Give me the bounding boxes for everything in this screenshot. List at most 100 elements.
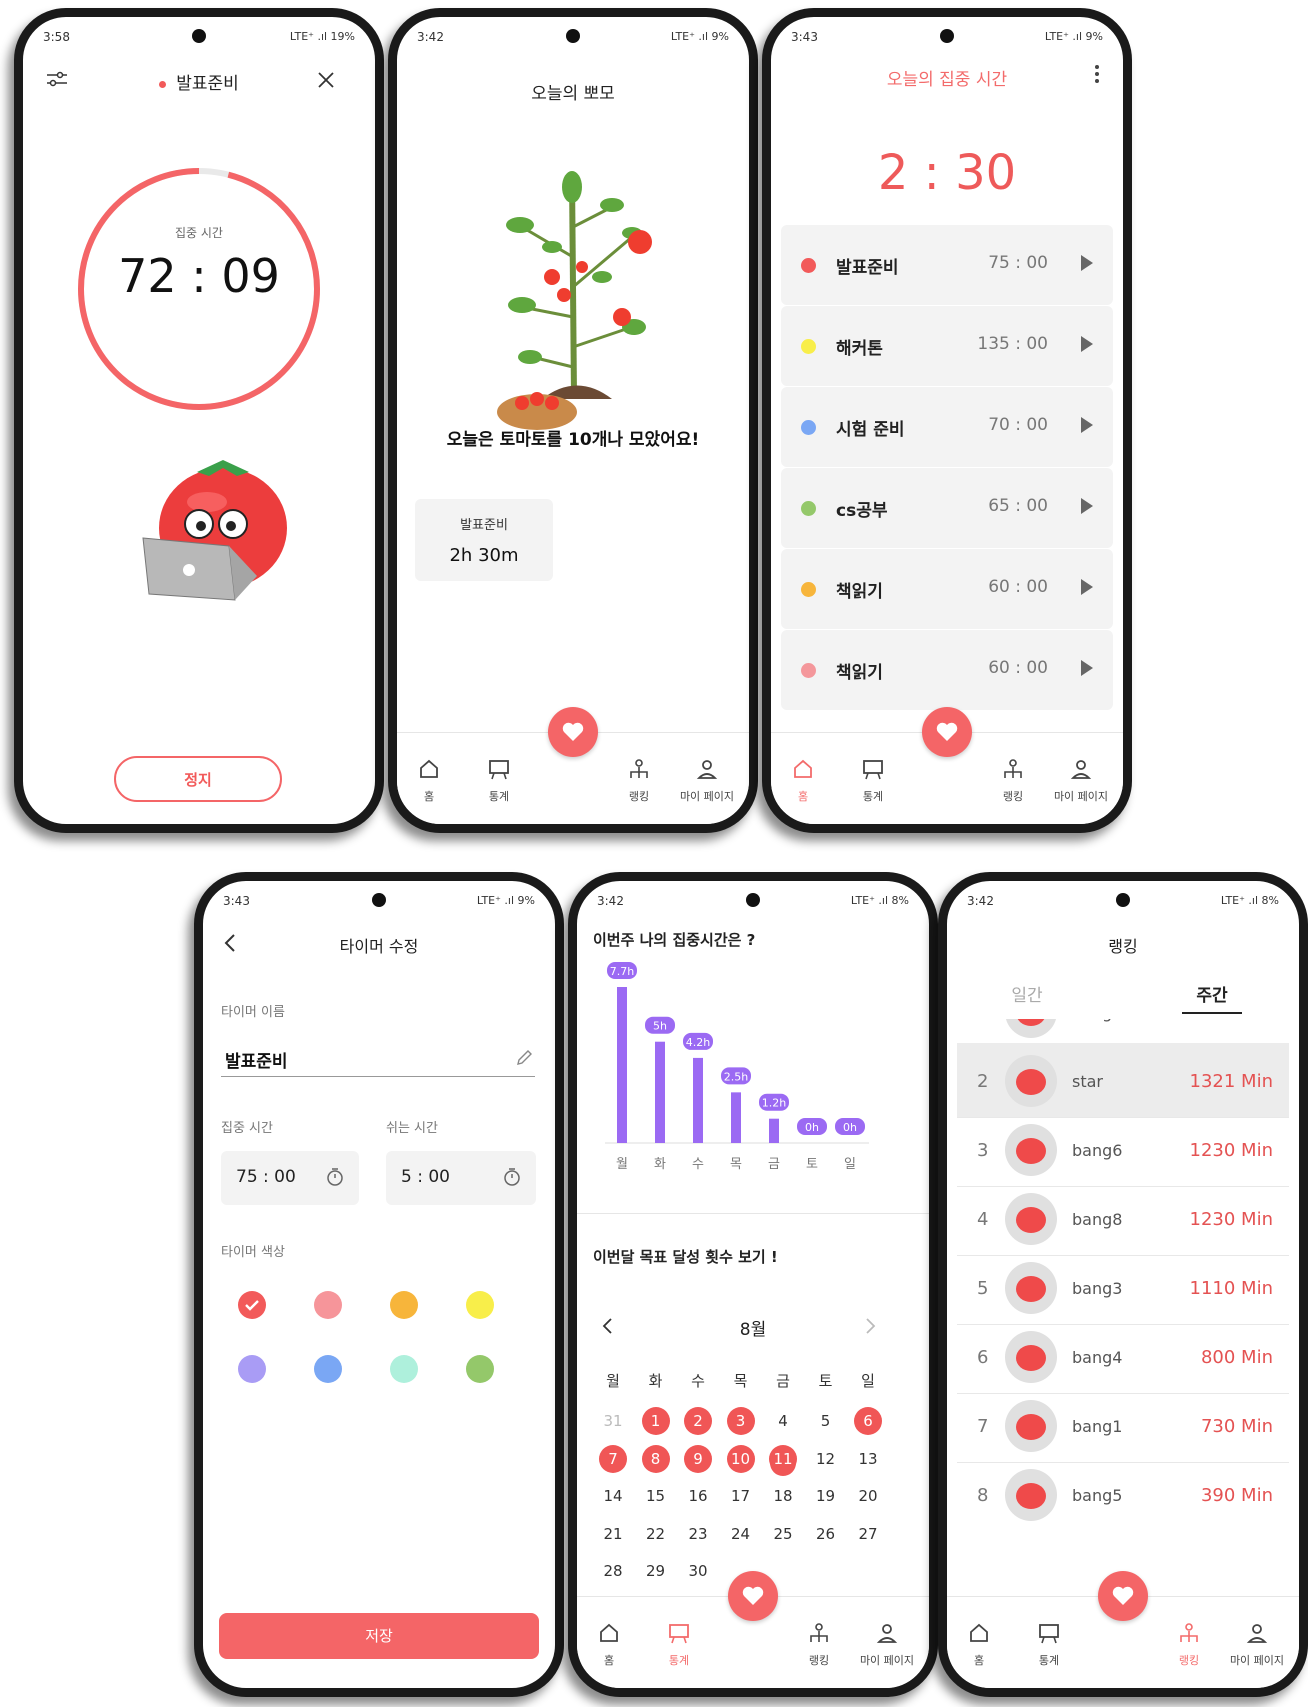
ranking-row[interactable]: 8 bang5 390 Min [957,1457,1289,1527]
color-swatch[interactable] [314,1355,342,1383]
focus-time-picker[interactable]: 75 : 00 [221,1151,359,1205]
calendar-day[interactable]: 14 [599,1482,627,1510]
phone-ranking: 3:42 LTE⁺ .ıl 8% 랭킹 일간 주간 1 bang2 1860 Min 2… [938,872,1308,1697]
calendar-day[interactable]: 20 [854,1482,882,1510]
calendar-day[interactable]: 25 [769,1520,797,1548]
play-icon[interactable] [1081,417,1093,433]
nav-mypage-label: 마이 페이지 [679,790,735,803]
phone-stats: 3:42 LTE⁺ .ıl 8% 이번주 나의 집중시간은 ? 7.7h 월 5h 화 4… [568,872,938,1697]
ranking-row[interactable]: 5 bang3 1110 Min [957,1250,1289,1325]
focus-item-row[interactable]: 해커톤 135 : 00 [781,306,1113,386]
page-title: 오늘의 집중 시간 [886,70,1008,90]
more-icon[interactable] [1095,65,1099,83]
nav-home[interactable]: 홈 [577,1622,644,1668]
calendar-day[interactable]: 6 [854,1407,882,1435]
calendar-day[interactable]: 3 [726,1407,755,1435]
focus-item-row[interactable]: cs공부 65 : 00 [781,468,1113,548]
play-icon[interactable] [1081,336,1093,352]
play-icon[interactable] [1081,579,1093,595]
calendar-day[interactable]: 12 [812,1445,840,1473]
nav-ranking[interactable]: 랭킹 [1154,1622,1224,1668]
calendar-day[interactable]: 16 [684,1482,712,1510]
color-swatch[interactable] [238,1291,266,1319]
calendar-day[interactable]: 18 [769,1482,797,1510]
phone-daily-pomo: 3:42 LTE⁺ .ıl 9% 오늘의 뽀모 오늘은 토마토를 10개나 모았어… [388,8,758,833]
focus-item-row[interactable]: 책읽기 60 : 00 [781,630,1113,710]
calendar-day[interactable]: 13 [854,1445,882,1473]
calendar-day[interactable]: 7 [599,1444,627,1473]
calendar-day[interactable]: 10 [726,1444,755,1473]
tab-daily[interactable]: 일간 [997,981,1057,1006]
calendar-day[interactable]: 15 [642,1482,670,1510]
weekday-header: 금 [776,1372,790,1390]
focus-item-row[interactable]: 발표준비 75 : 00 [781,225,1113,305]
calendar-day[interactable]: 30 [684,1557,712,1585]
calendar-day[interactable]: 23 [684,1520,712,1548]
calendar-day[interactable]: 22 [642,1520,670,1548]
calendar-day[interactable]: 2 [684,1407,712,1435]
rank-username: bang3 [1072,1279,1123,1298]
color-swatch[interactable] [466,1291,494,1319]
nav-ranking[interactable]: 랭킹 [784,1622,854,1668]
rank-username: bang5 [1072,1486,1123,1505]
rank-minutes: 1110 Min [1189,1278,1273,1299]
heart-fab-button[interactable] [922,707,972,757]
heart-fab-button[interactable] [728,1571,778,1621]
calendar-day[interactable]: 27 [854,1520,882,1548]
calendar-day[interactable]: 26 [812,1520,840,1548]
pencil-icon[interactable] [515,1049,533,1067]
color-swatch[interactable] [390,1355,418,1383]
ranking-row[interactable]: 4 bang8 1230 Min [957,1181,1289,1256]
tab-weekly[interactable]: 주간 [1182,981,1242,1014]
ranking-row[interactable]: 2 star 1321 Min [957,1043,1289,1118]
close-icon[interactable] [317,71,335,89]
ranking-row[interactable]: 3 bang6 1230 Min [957,1112,1289,1187]
calendar-day[interactable]: 31 [599,1407,627,1435]
calendar-day[interactable]: 11 [769,1444,797,1473]
calendar-day[interactable]: 21 [599,1520,627,1548]
nav-home[interactable]: 홈 [771,758,838,804]
focus-item-row[interactable]: 책읽기 60 : 00 [781,549,1113,629]
calendar-day[interactable]: 9 [684,1444,712,1473]
nav-mypage[interactable]: 마이 페이지 [672,758,742,804]
timer-name-field[interactable]: 발표준비 [221,1041,535,1077]
calendar-day[interactable]: 28 [599,1557,627,1585]
focus-item-row[interactable]: 시험 준비 70 : 00 [781,387,1113,467]
ranking-row[interactable]: 7 bang1 730 Min [957,1388,1289,1463]
play-icon[interactable] [1081,255,1093,271]
rest-time-picker[interactable]: 5 : 00 [386,1151,536,1205]
nav-stats[interactable]: 통계 [838,758,908,804]
heart-fab-button[interactable] [1098,1571,1148,1621]
calendar-day[interactable]: 24 [727,1520,755,1548]
nav-ranking[interactable]: 랭킹 [604,758,674,804]
nav-stats[interactable]: 통계 [464,758,534,804]
calendar-day[interactable]: 4 [769,1407,797,1435]
play-icon[interactable] [1081,660,1093,676]
nav-stats[interactable]: 통계 [644,1622,714,1668]
nav-home[interactable]: 홈 [397,758,464,804]
next-month-icon[interactable] [865,1317,877,1335]
nav-mypage[interactable]: 마이 페이지 [1222,1622,1292,1668]
nav-mypage[interactable]: 마이 페이지 [1046,758,1116,804]
play-icon[interactable] [1081,498,1093,514]
calendar-day[interactable]: 19 [812,1482,840,1510]
calendar-day[interactable]: 5 [812,1407,840,1435]
nav-mypage[interactable]: 마이 페이지 [852,1622,922,1668]
heart-fab-button[interactable] [548,707,598,757]
ranking-row[interactable]: 6 bang4 800 Min [957,1319,1289,1394]
color-swatch[interactable] [390,1291,418,1319]
nav-home[interactable]: 홈 [947,1622,1014,1668]
stop-button[interactable]: 정지 [114,756,282,802]
color-swatch[interactable] [238,1355,266,1383]
tomato-avatar-icon [1016,1138,1046,1164]
ranking-list: 1 bang2 1860 Min 2 star 1321 Min 3 bang6 1230 Mi… [947,1019,1299,1527]
nav-ranking[interactable]: 랭킹 [978,758,1048,804]
calendar-day[interactable]: 8 [641,1444,670,1473]
calendar-day[interactable]: 1 [641,1407,670,1435]
color-swatch[interactable] [314,1291,342,1319]
nav-stats[interactable]: 통계 [1014,1622,1084,1668]
save-button[interactable]: 저장 [219,1613,539,1659]
calendar-day[interactable]: 17 [727,1482,755,1510]
color-swatch[interactable] [466,1355,494,1383]
calendar-day[interactable]: 29 [642,1557,670,1585]
